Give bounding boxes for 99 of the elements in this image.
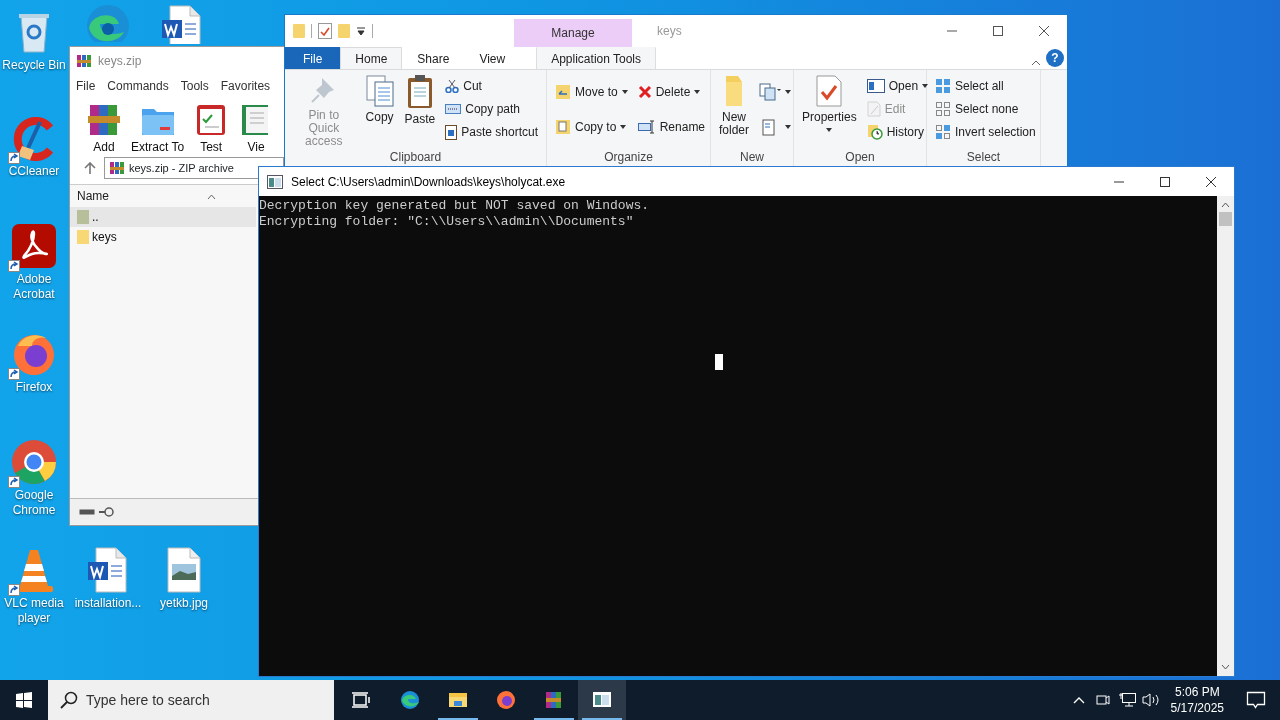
speaker-icon: [1141, 692, 1160, 708]
folder-icon: [77, 230, 89, 244]
ribbon-button[interactable]: [757, 82, 793, 101]
invert-selection-icon: [935, 124, 951, 141]
notification-icon: [1246, 691, 1266, 709]
edit-icon: [866, 101, 881, 117]
delete-icon: [637, 84, 652, 99]
search-icon: [60, 691, 78, 709]
rename-icon: [637, 119, 656, 134]
new-item-icon: [759, 82, 781, 101]
select-all-icon: [935, 77, 951, 94]
close-icon: [1206, 176, 1216, 187]
window-title: keys: [657, 23, 682, 40]
group-label: Clipboard: [388, 149, 443, 166]
select-none-icon: [935, 101, 951, 117]
archive-icon: [76, 53, 92, 69]
edge-icon[interactable]: [84, 2, 132, 42]
clock-date[interactable]: 5/17/2025: [1170, 700, 1224, 716]
text-cursor: [715, 354, 723, 370]
edge-icon: [400, 690, 420, 710]
scissors-icon: [445, 78, 460, 93]
ribbon-button[interactable]: Cut: [443, 76, 540, 95]
archive-icon: [544, 690, 564, 710]
path-icon: [445, 104, 462, 114]
console-icon: [592, 690, 612, 710]
address-field[interactable]: keys.zip - ZIP archive: [104, 157, 284, 179]
console-icon: [267, 174, 283, 189]
help-button[interactable]: ?: [1046, 49, 1064, 67]
archive-icon: [109, 160, 125, 176]
open-icon: [866, 78, 885, 93]
column-header[interactable]: Name: [77, 187, 109, 205]
move-icon: [555, 83, 571, 100]
chrome-icon[interactable]: [10, 438, 58, 486]
ribbon-tab[interactable]: File: [285, 47, 341, 69]
menu-item[interactable]: File: [76, 77, 96, 95]
scroll-up-icon[interactable]: [1221, 202, 1230, 208]
ribbon-button[interactable]: Rename: [635, 117, 708, 136]
ribbon-button[interactable]: Copy: [362, 74, 397, 148]
customize-arrow-icon[interactable]: [356, 26, 366, 36]
scrollbar-thumb[interactable]: [1219, 212, 1232, 226]
console-line: Encrypting folder: "C:\\Users\\admin\\Documents": [259, 214, 635, 230]
ribbon-button[interactable]: Invert selection: [933, 123, 1038, 142]
ribbon-tab[interactable]: Home: [340, 47, 403, 69]
taskbar-app[interactable]: [578, 680, 626, 720]
ribbon-button[interactable]: History: [864, 123, 931, 142]
clipboard-icon: [405, 74, 434, 110]
ribbon-button[interactable]: Select none: [933, 100, 1038, 118]
camera-icon: [1095, 692, 1110, 708]
folder-icon: [448, 690, 468, 710]
copy-icon: [364, 74, 395, 108]
maximize-icon: [1160, 176, 1170, 187]
copy-to-icon: [555, 118, 571, 135]
windows-logo-icon: [16, 692, 32, 708]
shortcut-icon: [445, 124, 458, 141]
key-icon: [98, 506, 114, 517]
ribbon-tab[interactable]: Application Tools: [536, 47, 657, 69]
close-icon: [1039, 26, 1049, 36]
collapse-ribbon-icon[interactable]: [1031, 59, 1041, 66]
ribbon-button[interactable]: Select all: [933, 76, 1038, 95]
folder-icon: [723, 74, 745, 108]
search-field[interactable]: Type here to search: [48, 680, 334, 720]
properties-icon: [815, 74, 844, 108]
ribbon-button[interactable]: Properties: [800, 74, 859, 148]
chevron-up-icon: [1072, 696, 1085, 704]
group-label: Organize: [603, 149, 654, 166]
menu-item[interactable]: Tools: [180, 77, 209, 95]
ribbon-button[interactable]: New folder: [717, 74, 751, 148]
ribbon-tab[interactable]: View: [464, 47, 521, 69]
acrobat-icon[interactable]: [10, 222, 58, 270]
ribbon-button[interactable]: Copy path: [443, 100, 540, 118]
ribbon-button[interactable]: Move to: [553, 82, 630, 101]
ribbon-button[interactable]: Open: [864, 76, 931, 95]
ribbon-button[interactable]: Paste shortcut: [443, 123, 540, 142]
up-arrow-icon[interactable]: [84, 162, 96, 174]
file-row[interactable]: keys: [70, 227, 256, 247]
clock-time[interactable]: 5:06 PM: [1174, 684, 1220, 700]
group-label: New: [739, 149, 765, 166]
console-line: Decryption key generated but NOT saved on Windows.: [259, 198, 651, 214]
menu-item[interactable]: Commands: [107, 77, 169, 95]
firefox-icon: [496, 690, 516, 710]
window-title: Select C:\Users\admin\Downloads\keys\holycat.exe: [291, 173, 567, 191]
group-label: Open: [844, 149, 876, 166]
history-icon: [866, 124, 883, 141]
context-tab-header: Manage: [514, 19, 632, 47]
ribbon-button[interactable]: Delete: [635, 82, 708, 101]
ribbon-button[interactable]: Paste: [402, 74, 438, 148]
task-view-icon: [350, 690, 370, 710]
group-label: Select: [965, 149, 1002, 166]
properties-icon[interactable]: [318, 23, 332, 39]
menu-item[interactable]: Favorites: [220, 77, 271, 95]
ribbon-tab[interactable]: Share: [402, 47, 465, 69]
maximize-icon: [993, 26, 1003, 36]
file-row[interactable]: ..: [70, 207, 256, 227]
drive-icon: [79, 507, 95, 516]
window-title: keys.zip: [98, 53, 142, 70]
scroll-down-icon[interactable]: [1221, 664, 1230, 670]
ribbon-button[interactable]: Copy to: [553, 117, 630, 136]
network-icon: [1117, 692, 1136, 708]
parent-folder-icon: [77, 210, 89, 224]
